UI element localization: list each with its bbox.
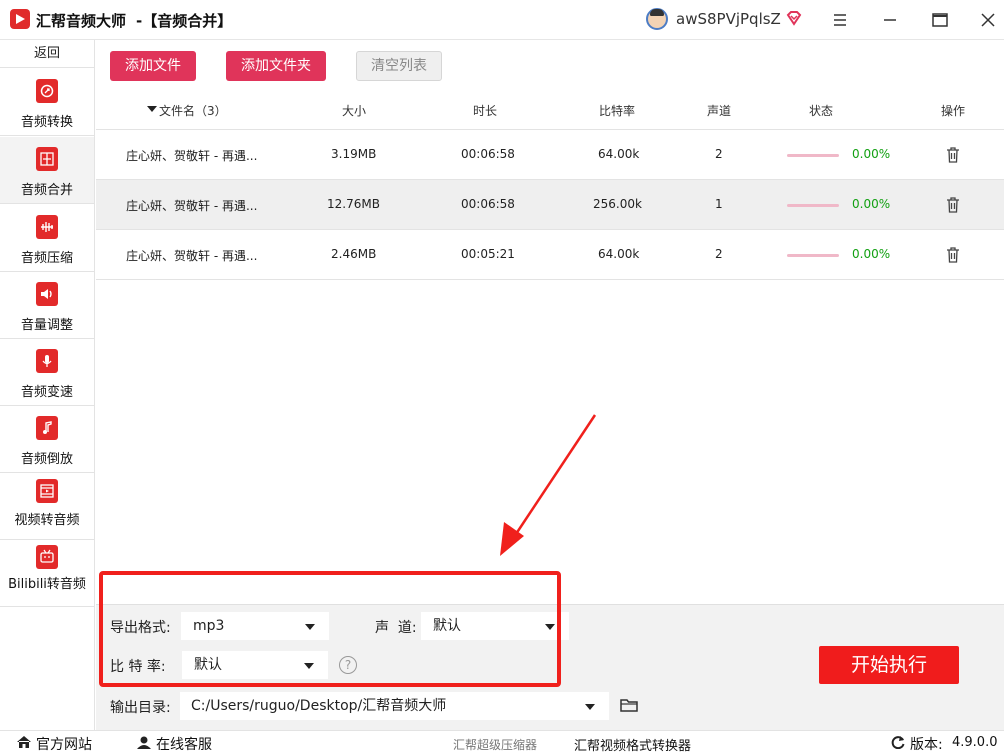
file-channels: 2 [715,147,723,161]
add-file-button[interactable]: 添加文件 [110,51,196,81]
sidebar-item-audio-compress[interactable]: 音频压缩 [0,205,94,272]
music-note-icon [36,416,58,440]
col-channels: 声道 [707,104,732,118]
status-text: 0.00% [852,147,891,161]
file-name: 庄心妍、贺敬轩 - 再遇... [126,249,258,263]
col-status: 状态 [809,104,834,118]
close-icon[interactable] [976,8,1000,32]
annotation-arrow-icon [500,414,597,556]
folder-icon[interactable] [620,697,638,713]
tv-icon [36,545,58,569]
microphone-icon [36,349,58,373]
file-name: 庄心妍、贺敬轩 - 再遇... [126,149,258,163]
sidebar-item-reverse[interactable]: 音频倒放 [0,406,94,473]
website-link[interactable]: 官方网站 [36,734,92,752]
file-channels: 1 [715,197,723,211]
page-subtitle: -【音频合并】 [136,12,233,30]
table-row[interactable]: 庄心妍、贺敬轩 - 再遇... 12.76MB 00:06:58 256.00k… [96,180,1004,230]
progress-bar [787,204,839,207]
output-dir-value: C:/Users/ruguo/Desktop/汇帮音频大师 [191,698,447,714]
trash-icon[interactable] [946,147,960,163]
file-duration: 00:05:21 [461,247,515,261]
sidebar-item-video-to-audio[interactable]: 视频转音频 [0,473,94,540]
file-bitrate: 64.00k [598,247,640,261]
support-icon [137,736,151,749]
audio-merge-icon [36,147,58,171]
table-header: 文件名（3） 大小 时长 比特率 声道 状态 操作 [96,90,1004,130]
status-text: 0.00% [852,247,891,261]
sidebar-item-label: 音频转换 [20,115,73,130]
compressor-link[interactable]: 汇帮超级压缩器 [453,736,537,752]
output-dir-select[interactable]: C:/Users/ruguo/Desktop/汇帮音频大师 [180,692,609,720]
sidebar-item-label: 音量调整 [20,318,73,333]
support-link[interactable]: 在线客服 [156,734,212,752]
sidebar-item-audio-merge[interactable]: 音频合并 [0,137,94,204]
app-title: 汇帮音频大师 [36,12,127,30]
version-label: 版本: [910,737,943,752]
back-button[interactable]: 返回 [0,40,94,68]
sidebar: 返回 音频转换 音频合并 音频压缩 音量调整 音频变速 音频倒放 视频转音频 B… [0,40,95,730]
film-icon [36,479,58,503]
home-icon [17,736,31,748]
sidebar-item-label: 音频合并 [20,183,73,198]
annotation-highlight-box [99,571,561,687]
clear-list-button[interactable]: 清空列表 [356,51,442,81]
trash-icon[interactable] [946,247,960,263]
file-size: 12.76MB [327,197,380,211]
title-bar: 汇帮音频大师 -【音频合并】 awS8PVjPqlsZ [0,0,1004,40]
file-name: 庄心妍、贺敬轩 - 再遇... [126,199,258,213]
audio-compress-icon [36,215,58,239]
username[interactable]: awS8PVjPqlsZ [676,10,781,28]
chevron-down-icon [585,704,595,710]
file-bitrate: 64.00k [598,147,640,161]
sidebar-item-label: 音频压缩 [20,251,73,266]
file-duration: 00:06:58 [461,147,515,161]
trash-icon[interactable] [946,197,960,213]
add-folder-button[interactable]: 添加文件夹 [226,51,326,81]
file-bitrate: 256.00k [593,197,642,211]
file-size: 2.46MB [331,247,377,261]
sort-down-icon[interactable] [147,106,157,112]
status-bar: 官方网站 在线客服 汇帮超级压缩器 汇帮视频格式转换器 版本: 4.9.0.0 [0,730,1004,752]
sidebar-item-label: 音频倒放 [20,452,73,467]
table-row[interactable]: 庄心妍、贺敬轩 - 再遇... 2.46MB 00:05:21 64.00k 2… [96,230,1004,280]
sidebar-item-bilibili[interactable]: Bilibili转音频 [0,540,94,607]
video-converter-link[interactable]: 汇帮视频格式转换器 [574,735,691,752]
minimize-icon[interactable] [878,8,902,32]
volume-icon [36,282,58,306]
vip-diamond-icon[interactable] [786,10,802,26]
file-size: 3.19MB [331,147,377,161]
output-label: 输出目录: [110,700,171,716]
sidebar-item-volume[interactable]: 音量调整 [0,272,94,339]
app-logo-icon [10,9,30,29]
version-value: 4.9.0.0 [952,735,998,750]
start-button[interactable]: 开始执行 [819,646,959,684]
sidebar-item-label: 音频变速 [20,385,73,400]
maximize-icon[interactable] [928,8,952,32]
file-channels: 2 [715,247,723,261]
menu-icon[interactable] [832,12,848,28]
col-size: 大小 [342,104,367,118]
sidebar-item-label: 视频转音频 [14,513,80,528]
table-row[interactable]: 庄心妍、贺敬轩 - 再遇... 3.19MB 00:06:58 64.00k 2… [96,130,1004,180]
sidebar-item-audio-convert[interactable]: 音频转换 [0,69,94,136]
file-duration: 00:06:58 [461,197,515,211]
sidebar-item-label: Bilibili转音频 [8,577,86,592]
progress-bar [787,254,839,257]
col-duration: 时长 [473,104,498,118]
sidebar-item-speed[interactable]: 音频变速 [0,339,94,406]
status-text: 0.00% [852,197,891,211]
refresh-icon[interactable] [890,735,906,749]
col-bitrate: 比特率 [599,104,636,118]
user-avatar[interactable] [646,8,668,30]
col-filename[interactable]: 文件名（3） [159,102,227,119]
audio-convert-icon [36,79,58,103]
col-action: 操作 [941,104,966,118]
progress-bar [787,154,839,157]
